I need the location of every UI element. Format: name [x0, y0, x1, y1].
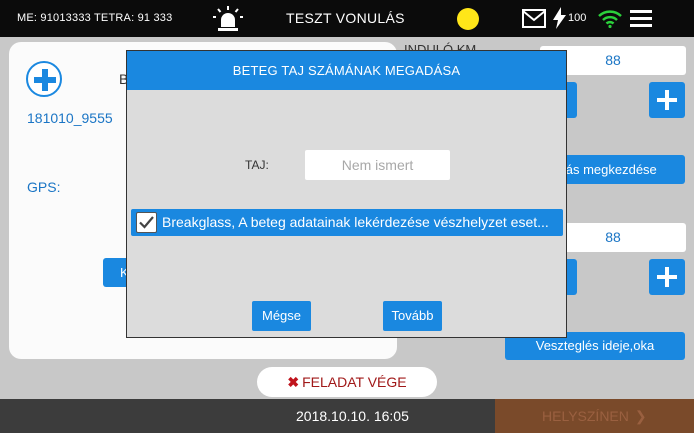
- mail-icon[interactable]: [522, 9, 546, 28]
- dialog-title: BETEG TAJ SZÁMÁNAK MEGADÁSA: [127, 51, 566, 90]
- add-km-button-2[interactable]: [649, 259, 685, 295]
- menu-icon[interactable]: [630, 10, 652, 27]
- on-site-button[interactable]: HELYSZÍNEN ❯: [495, 399, 694, 433]
- me-tetra-ids: ME: 91013333 TETRA: 91 333: [17, 12, 173, 24]
- taj-number-dialog: BETEG TAJ SZÁMÁNAK MEGADÁSA TAJ: Breakgl…: [126, 50, 567, 338]
- battery-level: 100: [568, 12, 587, 24]
- medical-cross-icon[interactable]: [26, 61, 62, 97]
- taj-input[interactable]: [305, 150, 450, 180]
- next-button[interactable]: Tovább: [383, 301, 442, 331]
- gps-label: GPS:: [27, 179, 61, 195]
- breakglass-checkbox[interactable]: [136, 212, 157, 233]
- siren-icon[interactable]: [212, 5, 244, 33]
- cancel-button[interactable]: Mégse: [252, 301, 311, 331]
- breakglass-option[interactable]: Breakglass, A beteg adatainak lekérdezés…: [131, 209, 563, 236]
- case-id: 181010_9555: [27, 110, 113, 126]
- mission-title: TESZT VONULÁS: [286, 10, 405, 26]
- on-site-label: HELYSZÍNEN: [542, 408, 629, 424]
- chevron-right-icon: ❯: [634, 408, 647, 424]
- wifi-icon: [598, 10, 622, 28]
- finish-task-label: FELADAT VÉGE: [302, 374, 407, 390]
- finish-task-button[interactable]: ✖ FELADAT VÉGE: [257, 367, 437, 397]
- close-icon: ✖: [287, 374, 300, 390]
- status-bar: ME: 91013333 TETRA: 91 333 TESZT VONULÁS…: [0, 0, 694, 37]
- bottom-bar: 2018.10.10. 16:05 HELYSZÍNEN ❯: [0, 399, 694, 433]
- breakglass-text: Breakglass, A beteg adatainak lekérdezés…: [162, 214, 549, 230]
- status-dot-icon: [457, 8, 479, 30]
- bolt-icon: [553, 7, 566, 29]
- date-time: 2018.10.10. 16:05: [296, 408, 409, 424]
- add-km-button[interactable]: [649, 82, 685, 118]
- taj-label: TAJ:: [245, 158, 269, 172]
- check-icon: [139, 216, 154, 229]
